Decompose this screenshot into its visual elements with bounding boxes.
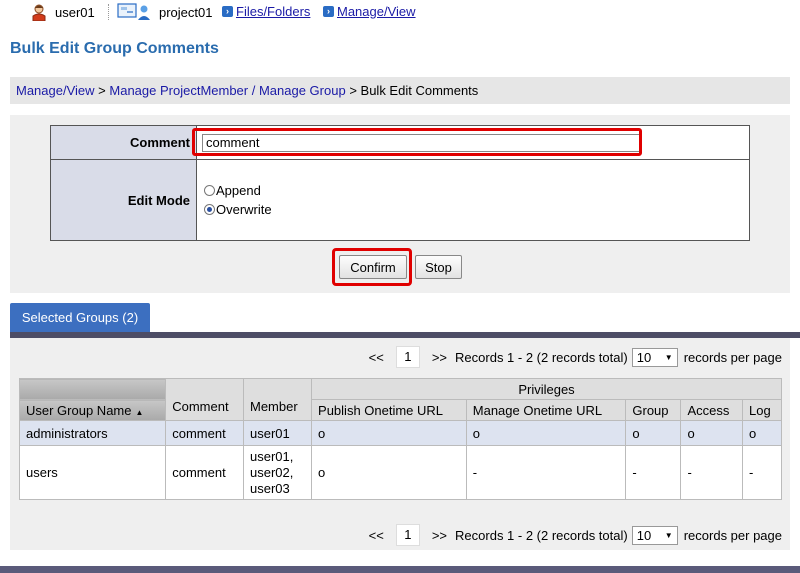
cell-log: - bbox=[742, 445, 782, 500]
column-comment[interactable]: Comment bbox=[165, 378, 244, 421]
top-bar: user01 project01 › Files/Folders › Manag… bbox=[0, 0, 800, 26]
page-number[interactable]: 1 bbox=[395, 524, 420, 546]
cell-manage-onetime-url: o bbox=[465, 420, 627, 446]
overwrite-label: Overwrite bbox=[216, 202, 272, 217]
cell-group-name: users bbox=[18, 445, 167, 500]
footer-bar bbox=[0, 566, 800, 573]
column-manage-onetime-url[interactable]: Manage Onetime URL bbox=[465, 399, 627, 421]
comment-label: Comment bbox=[50, 125, 197, 160]
cell-manage-onetime-url: - bbox=[465, 445, 627, 500]
cell-group: o bbox=[625, 420, 682, 446]
divider bbox=[108, 4, 110, 20]
cell-access: - bbox=[680, 445, 744, 500]
dropdown-arrow-icon: ▼ bbox=[664, 352, 673, 362]
edit-mode-label: Edit Mode bbox=[50, 159, 197, 241]
dropdown-arrow-icon: ▼ bbox=[664, 530, 673, 540]
edit-mode-cell: Append Overwrite bbox=[196, 159, 750, 241]
privileges-header: Privileges bbox=[311, 378, 782, 400]
comment-input[interactable] bbox=[202, 133, 640, 152]
column-user-group-name[interactable]: User Group Name ▲ bbox=[18, 399, 167, 421]
per-page-value: 10 bbox=[636, 349, 652, 365]
records-text: Records 1 - 2 (2 records total) bbox=[455, 527, 628, 543]
next-page-button[interactable]: >> bbox=[432, 528, 447, 543]
user-name: user01 bbox=[55, 5, 95, 20]
table-row[interactable]: users comment user01, user02, user03 o -… bbox=[18, 445, 782, 500]
breadcrumb-separator: > bbox=[349, 83, 357, 98]
user-icon bbox=[32, 4, 46, 21]
column-access[interactable]: Access bbox=[680, 399, 744, 421]
files-folders-nav[interactable]: › Files/Folders bbox=[222, 4, 310, 19]
chevron-right-icon: › bbox=[222, 6, 233, 17]
records-text: Records 1 - 2 (2 records total) bbox=[455, 349, 628, 365]
confirm-button[interactable]: Confirm bbox=[339, 255, 407, 279]
next-page-button[interactable]: >> bbox=[432, 350, 447, 365]
pager-top: << 1 >> Records 1 - 2 (2 records total) … bbox=[361, 346, 782, 368]
column-publish-onetime-url[interactable]: Publish Onetime URL bbox=[311, 399, 467, 421]
manage-view-nav[interactable]: › Manage/View bbox=[323, 4, 416, 19]
breadcrumb-manage-projectmember[interactable]: Manage ProjectMember / Manage Group bbox=[109, 83, 345, 98]
per-page-select[interactable]: 10 ▼ bbox=[631, 347, 678, 367]
cell-log: o bbox=[742, 420, 782, 446]
per-page-suffix: records per page bbox=[683, 527, 782, 543]
cell-member: user01 bbox=[242, 420, 313, 446]
column-member[interactable]: Member bbox=[242, 378, 313, 421]
cell-group: - bbox=[625, 445, 682, 500]
per-page-select[interactable]: 10 ▼ bbox=[631, 525, 678, 545]
prev-page-button[interactable]: << bbox=[369, 350, 384, 365]
stop-button[interactable]: Stop bbox=[415, 255, 462, 279]
project-name: project01 bbox=[159, 5, 213, 20]
cell-access: o bbox=[680, 420, 744, 446]
page-number[interactable]: 1 bbox=[395, 346, 420, 368]
cell-publish-onetime-url: o bbox=[311, 420, 467, 446]
cell-publish-onetime-url: o bbox=[311, 445, 467, 500]
project-icon bbox=[117, 3, 150, 20]
prev-page-button[interactable]: << bbox=[369, 528, 384, 543]
breadcrumb: Manage/View > Manage ProjectMember / Man… bbox=[10, 77, 790, 104]
pager-bottom: << 1 >> Records 1 - 2 (2 records total) … bbox=[361, 524, 782, 546]
groups-table: Comment Member Privileges User Group Nam… bbox=[18, 378, 782, 500]
breadcrumb-manage-view[interactable]: Manage/View bbox=[16, 83, 95, 98]
per-page-suffix: records per page bbox=[683, 349, 782, 365]
breadcrumb-separator: > bbox=[98, 83, 106, 98]
user-group-name-header: User Group Name bbox=[26, 402, 132, 418]
chevron-right-icon: › bbox=[323, 6, 334, 17]
header-blank bbox=[18, 378, 167, 400]
mode-option-overwrite[interactable]: Overwrite bbox=[198, 200, 748, 219]
overwrite-radio[interactable] bbox=[204, 204, 215, 215]
manage-view-link[interactable]: Manage/View bbox=[337, 4, 416, 19]
append-radio[interactable] bbox=[204, 185, 215, 196]
comment-cell bbox=[196, 125, 750, 160]
mode-option-append[interactable]: Append bbox=[198, 181, 748, 200]
cell-comment: comment bbox=[165, 420, 244, 446]
cell-comment: comment bbox=[165, 445, 244, 500]
files-folders-link[interactable]: Files/Folders bbox=[236, 4, 310, 19]
cell-group-name: administrators bbox=[18, 420, 167, 446]
page-title: Bulk Edit Group Comments bbox=[10, 40, 219, 57]
selected-groups-panel: << 1 >> Records 1 - 2 (2 records total) … bbox=[10, 338, 790, 550]
tab-selected-groups[interactable]: Selected Groups (2) bbox=[10, 303, 150, 332]
append-label: Append bbox=[216, 183, 261, 198]
edit-form: Comment Edit Mode Append Overwrite bbox=[50, 125, 750, 241]
table-row[interactable]: administrators comment user01 o o o o o bbox=[18, 420, 782, 446]
cell-member: user01, user02, user03 bbox=[242, 445, 313, 500]
sort-ascending-icon: ▲ bbox=[135, 407, 144, 417]
column-log[interactable]: Log bbox=[742, 399, 782, 421]
per-page-value: 10 bbox=[636, 527, 652, 543]
breadcrumb-current: Bulk Edit Comments bbox=[360, 83, 479, 98]
column-group[interactable]: Group bbox=[625, 399, 682, 421]
edit-form-panel: Comment Edit Mode Append Overwrite Confi… bbox=[10, 115, 790, 293]
